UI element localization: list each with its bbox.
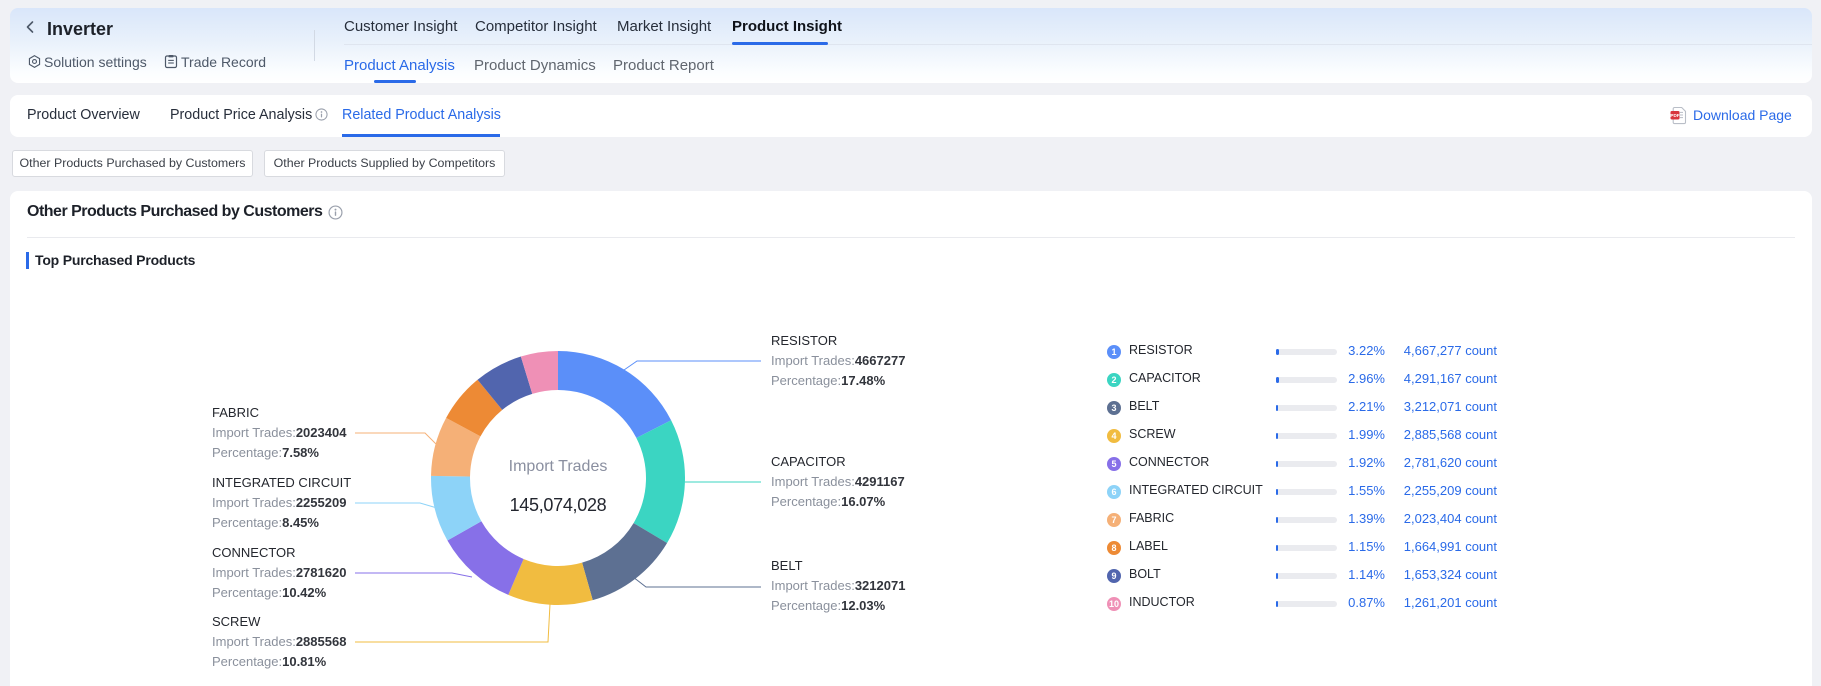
svg-text:PDF: PDF	[1670, 113, 1679, 118]
